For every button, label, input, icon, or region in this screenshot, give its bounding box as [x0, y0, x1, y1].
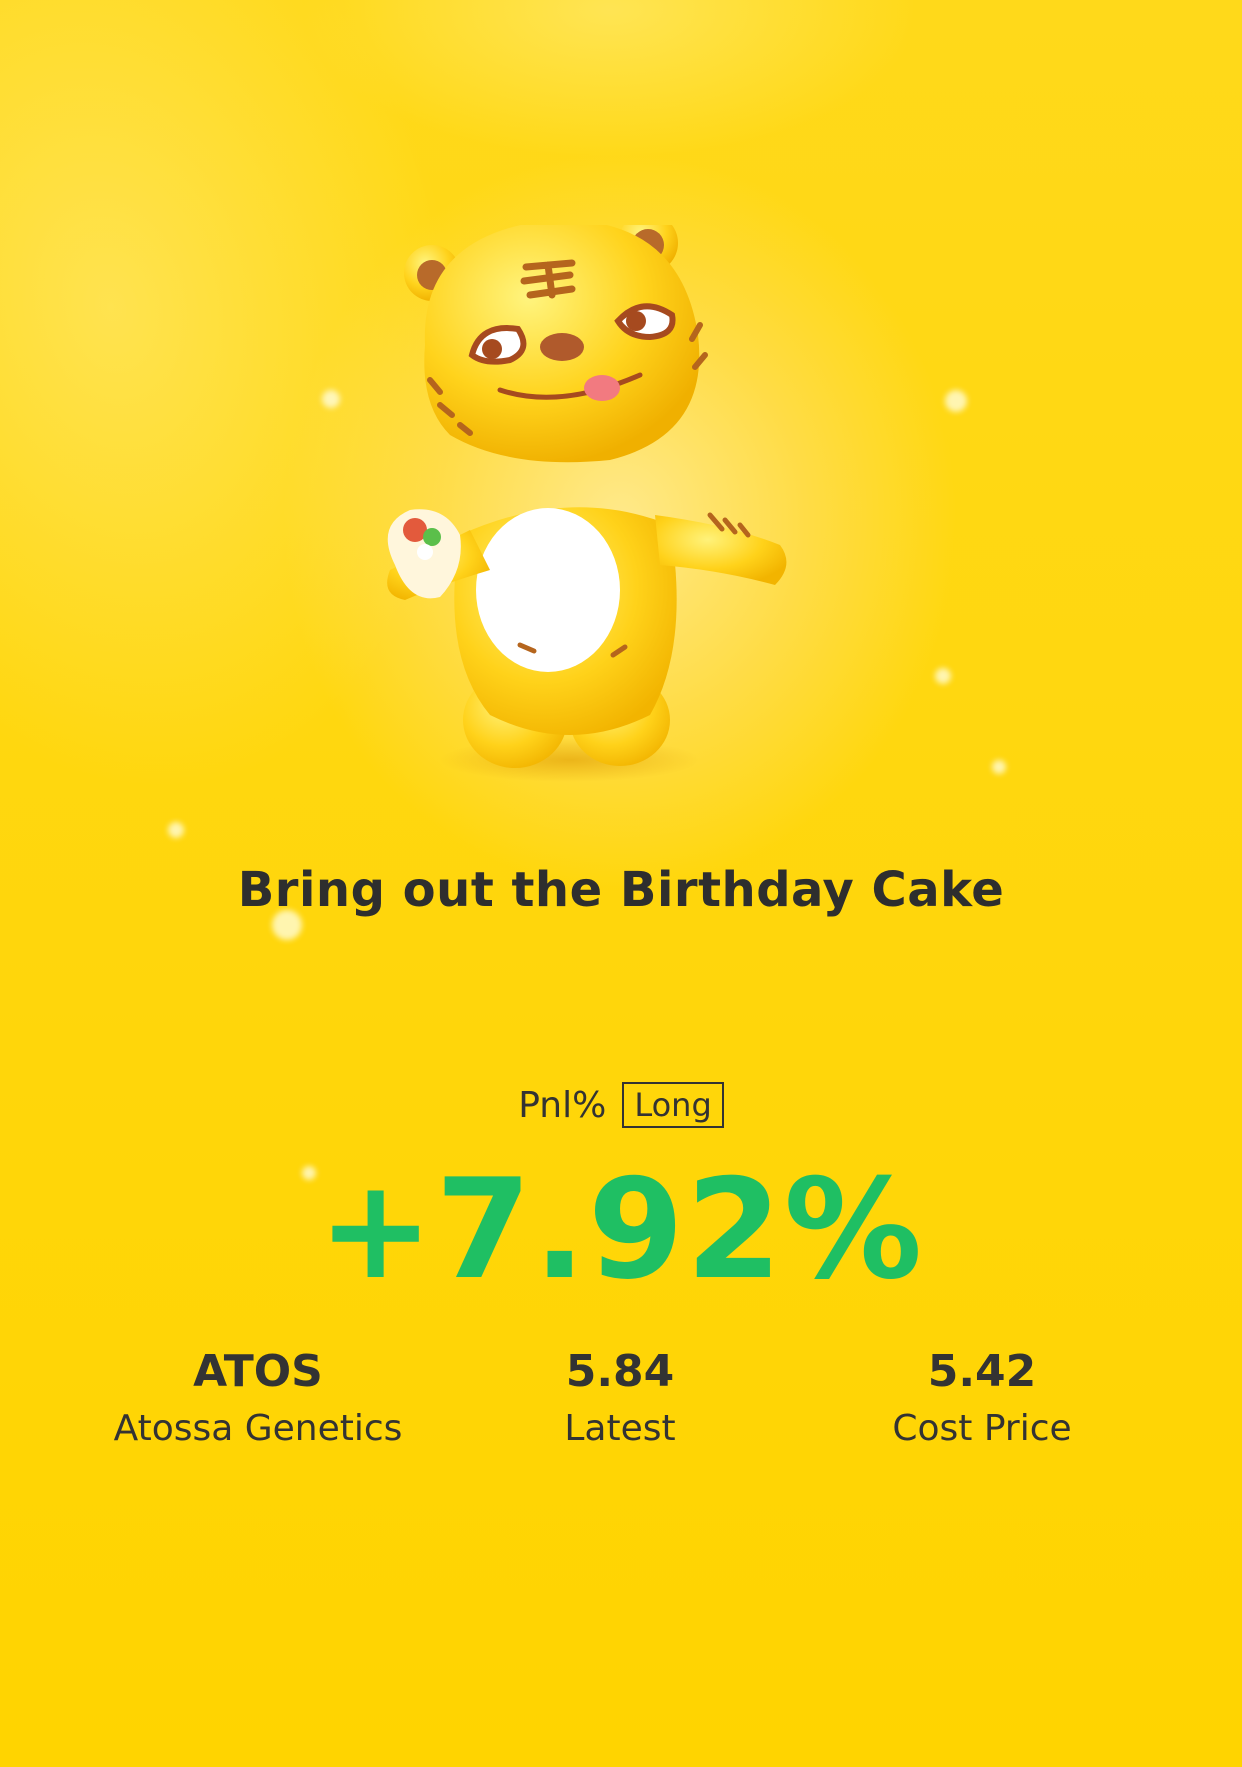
latest-price: 5.84 [565, 1346, 675, 1397]
pnl-header: Pnl% Long [0, 1082, 1242, 1128]
sparkle-decoration [945, 390, 967, 412]
cost-label: Cost Price [892, 1408, 1072, 1449]
tiger-mascot-icon [387, 225, 787, 782]
sparkle-decoration [168, 822, 184, 838]
share-card: Bring out the Birthday Cake Pnl% Long +7… [0, 0, 1242, 1767]
stock-name: Atossa Genetics [113, 1408, 403, 1449]
page-title: Bring out the Birthday Cake [237, 862, 1005, 918]
stat-symbol: ATOS Atossa Genetics [68, 1345, 448, 1451]
latest-label: Latest [564, 1408, 676, 1449]
pnl-value: +7.92% [317, 1149, 925, 1310]
sparkle-decoration [322, 390, 340, 408]
stat-latest: 5.84 Latest [430, 1345, 810, 1451]
stock-symbol: ATOS [193, 1346, 323, 1397]
direction-badge: Long [622, 1082, 724, 1128]
sparkle-decoration [992, 760, 1006, 774]
cost-price: 5.42 [927, 1346, 1037, 1397]
stat-cost: 5.42 Cost Price [792, 1345, 1172, 1451]
pnl-label: Pnl% [518, 1084, 607, 1126]
sparkle-decoration [935, 668, 951, 684]
